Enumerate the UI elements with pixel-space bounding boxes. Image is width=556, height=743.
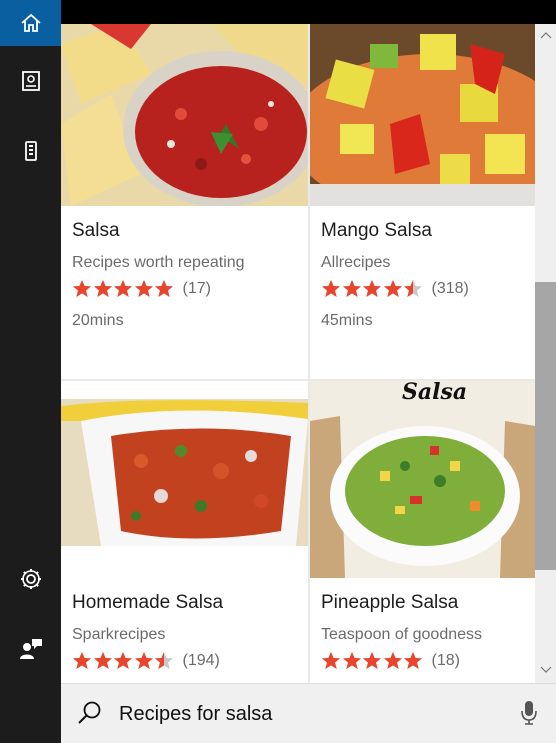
star-rating xyxy=(321,651,424,671)
star-full-icon xyxy=(73,280,91,297)
feedback-icon xyxy=(19,639,42,659)
review-count: (194) xyxy=(182,652,220,669)
star-full-icon xyxy=(155,280,173,297)
star-full-icon xyxy=(322,280,340,297)
star-full-icon xyxy=(322,652,340,669)
sidebar xyxy=(0,0,61,743)
recipe-image xyxy=(61,24,308,206)
recipe-rating: (194) xyxy=(72,651,220,671)
recipe-title: Mango Salsa xyxy=(321,220,432,241)
recipe-rating: (18) xyxy=(321,651,460,671)
star-rating xyxy=(72,279,175,299)
star-full-icon xyxy=(342,652,361,669)
chevron-down-icon xyxy=(540,666,551,673)
settings-gear-icon xyxy=(20,569,41,589)
devices-icon xyxy=(24,141,37,161)
microphone-icon[interactable] xyxy=(519,699,539,727)
star-full-icon xyxy=(93,280,112,297)
star-full-icon xyxy=(363,652,381,669)
review-count: (318) xyxy=(431,280,469,297)
star-rating xyxy=(321,279,424,299)
recipe-card[interactable]: Salsa Recipes worth repeating (17) 20min… xyxy=(61,24,308,379)
home-button[interactable] xyxy=(0,0,61,46)
recipe-image xyxy=(61,381,308,561)
star-full-icon xyxy=(134,652,153,669)
vertical-scrollbar[interactable] xyxy=(535,24,556,683)
image-caption: Salsa xyxy=(402,381,468,405)
star-full-icon xyxy=(383,280,402,297)
star-full-icon xyxy=(404,652,422,669)
star-full-icon xyxy=(93,652,112,669)
star-full-icon xyxy=(363,280,381,297)
scroll-thumb[interactable] xyxy=(535,282,556,570)
star-full-icon xyxy=(114,280,132,297)
recipe-title: Homemade Salsa xyxy=(72,592,224,613)
recipe-image xyxy=(310,381,535,578)
star-full-icon xyxy=(114,652,132,669)
review-count: (18) xyxy=(431,652,460,669)
star-half-icon xyxy=(155,652,173,669)
recipe-rating: (17) xyxy=(72,279,211,299)
star-full-icon xyxy=(383,652,402,669)
cook-time: 45mins xyxy=(321,312,373,329)
recipe-results: Salsa Recipes worth repeating (17) 20min… xyxy=(61,24,535,683)
search-icon xyxy=(78,701,101,724)
search-bar xyxy=(61,683,556,743)
recipe-card[interactable]: Mango Salsa Allrecipes (318) 45mins xyxy=(310,24,535,379)
settings-button[interactable] xyxy=(0,556,61,602)
recipe-source: Sparkrecipes xyxy=(72,626,166,643)
recipe-card[interactable]: Salsa Pineapple Salsa Teaspoon of goodne… xyxy=(310,381,535,683)
star-full-icon xyxy=(73,652,91,669)
recipe-source: Teaspoon of goodness xyxy=(321,626,483,643)
review-count: (17) xyxy=(182,280,211,297)
star-rating xyxy=(72,651,175,671)
devices-button[interactable] xyxy=(0,128,61,174)
recipe-image xyxy=(310,24,535,206)
recipe-source: Recipes worth repeating xyxy=(72,254,245,271)
star-half-icon xyxy=(404,280,422,297)
chevron-up-icon xyxy=(540,32,551,39)
recipe-source: Allrecipes xyxy=(321,254,391,271)
recipe-title: Salsa xyxy=(72,220,120,241)
search-input[interactable] xyxy=(119,700,499,728)
star-full-icon xyxy=(342,280,361,297)
window-top-strip xyxy=(61,0,556,24)
scroll-up-button[interactable] xyxy=(535,24,556,46)
notebook-button[interactable] xyxy=(0,58,61,104)
scroll-down-button[interactable] xyxy=(535,659,556,681)
recipe-title: Pineapple Salsa xyxy=(321,592,459,613)
home-icon xyxy=(20,13,41,32)
cook-time: 20mins xyxy=(72,312,124,329)
recipe-card[interactable]: Homemade Salsa Sparkrecipes (194) xyxy=(61,381,308,683)
star-full-icon xyxy=(134,280,153,297)
feedback-button[interactable] xyxy=(0,626,61,672)
notebook-icon xyxy=(21,71,40,91)
recipe-rating: (318) xyxy=(321,279,469,299)
